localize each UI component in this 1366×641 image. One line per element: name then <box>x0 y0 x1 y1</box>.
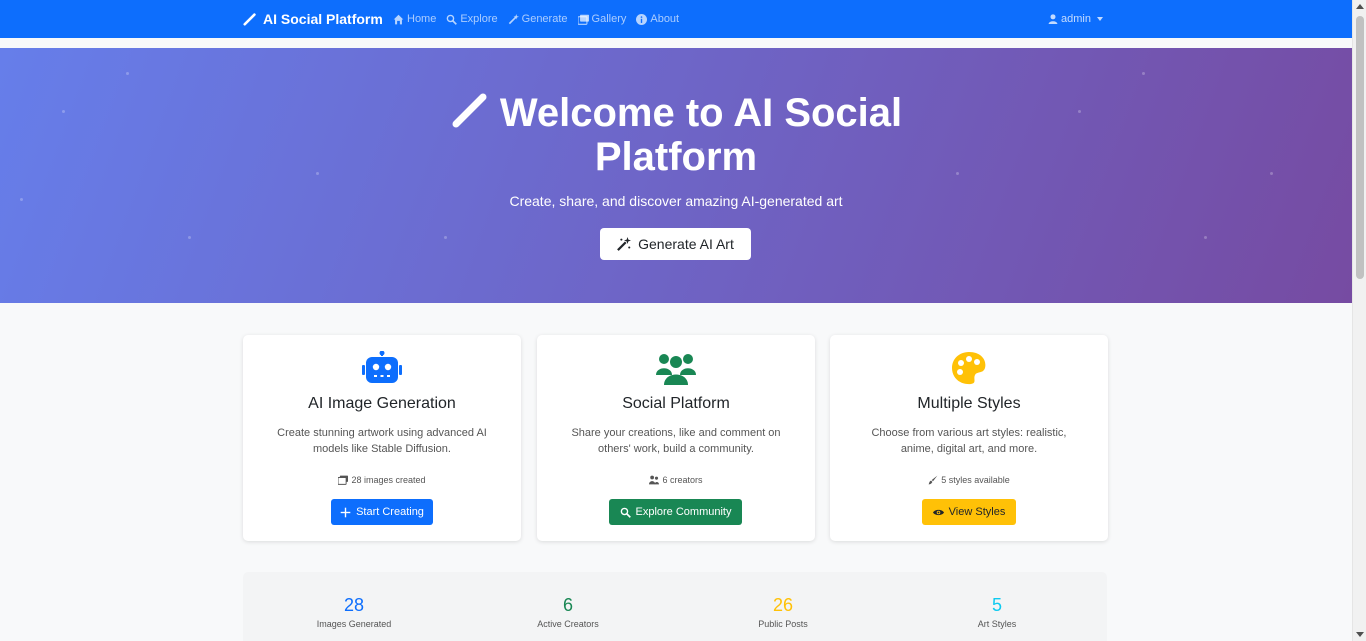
nav-gallery-label: Gallery <box>591 13 627 25</box>
stat-public-posts: 26 Public Posts <box>675 595 891 629</box>
card-stat-text: 5 styles available <box>941 475 1010 485</box>
hero-dot <box>1142 72 1145 75</box>
start-creating-button[interactable]: Start Creating <box>331 499 433 525</box>
stat-label: Art Styles <box>977 619 1017 629</box>
hero-title: Welcome to AI Social Platform <box>440 90 912 179</box>
view-styles-label: View Styles <box>948 506 1006 518</box>
card-stat-text: 28 images created <box>351 475 426 485</box>
scroll-down-arrow-icon[interactable] <box>1356 632 1364 637</box>
brush-icon <box>928 475 938 485</box>
hero-dot <box>188 236 191 239</box>
card-stat: 28 images created <box>243 475 521 485</box>
users-icon <box>656 354 696 385</box>
hero-dot <box>956 172 959 175</box>
card-description: Share your creations, like and comment o… <box>571 427 781 455</box>
nav-about[interactable]: About <box>636 13 679 25</box>
wand-icon <box>243 13 256 26</box>
hero-section: Welcome to AI Social Platform Create, sh… <box>0 48 1352 303</box>
card-description: Choose from various art styles: realisti… <box>871 427 1067 455</box>
info-icon <box>636 13 648 25</box>
eye-icon <box>932 509 944 515</box>
plus-icon <box>340 507 351 517</box>
hero-dot <box>444 236 447 239</box>
card-icon-wrap <box>243 351 521 385</box>
robot-icon <box>362 351 402 383</box>
explore-community-button[interactable]: Explore Community <box>609 499 742 525</box>
images-icon <box>338 475 349 485</box>
nav-home[interactable]: Home <box>393 13 436 25</box>
hero-title-text: Welcome to AI Social Platform <box>499 91 903 179</box>
hero-dot <box>1204 236 1207 239</box>
hero-subtitle: Create, share, and discover amazing AI-g… <box>509 193 843 209</box>
view-styles-button[interactable]: View Styles <box>922 499 1016 525</box>
nav-explore[interactable]: Explore <box>446 13 498 25</box>
generate-ai-art-button[interactable]: Generate AI Art <box>600 228 751 260</box>
stat-value: 6 <box>562 595 573 615</box>
card-title: Social Platform <box>622 395 730 412</box>
chevron-down-icon <box>1096 17 1103 21</box>
nav-gallery[interactable]: Gallery <box>577 13 627 25</box>
nav-generate[interactable]: Generate <box>508 13 568 25</box>
generate-ai-art-label: Generate AI Art <box>638 236 734 252</box>
card-title: Multiple Styles <box>917 395 1021 412</box>
feature-card-ai-generation: AI Image Generation Create stunning artw… <box>243 335 521 541</box>
hero-dot <box>1078 110 1081 113</box>
hero-dot <box>126 72 129 75</box>
stat-active-creators: 6 Active Creators <box>460 595 676 629</box>
stat-label: Images Generated <box>316 619 392 629</box>
page-scrollbar[interactable] <box>1352 0 1366 641</box>
stat-images-generated: 28 Images Generated <box>246 595 462 629</box>
nav-home-label: Home <box>407 13 437 25</box>
card-title: AI Image Generation <box>308 395 456 412</box>
users-icon <box>649 475 660 485</box>
stat-art-styles: 5 Art Styles <box>889 595 1105 629</box>
nav-generate-label: Generate <box>521 13 568 25</box>
stat-value: 5 <box>991 595 1002 615</box>
stats-panel: 28 Images Generated 6 Active Creators 26… <box>243 572 1107 641</box>
card-stat-text: 6 creators <box>662 475 703 485</box>
stat-label: Active Creators <box>537 619 599 629</box>
nav-explore-label: Explore <box>460 13 498 25</box>
scroll-up-arrow-icon[interactable] <box>1356 4 1364 9</box>
hero-dot <box>1270 172 1273 175</box>
start-creating-label: Start Creating <box>356 506 424 518</box>
explore-community-label: Explore Community <box>635 506 732 518</box>
hero-dot <box>316 172 319 175</box>
user-menu-dropdown[interactable]: admin <box>1048 10 1103 28</box>
user-icon <box>1048 14 1058 24</box>
images-icon <box>577 14 589 25</box>
wand-icon <box>508 13 519 24</box>
navbar: AI Social Platform Home Explore Generate… <box>0 0 1352 38</box>
search-icon <box>447 14 458 25</box>
palette-icon <box>952 352 986 385</box>
card-description: Create stunning artwork using advanced A… <box>277 427 487 455</box>
wand-magic-icon <box>617 237 632 251</box>
card-stat: 6 creators <box>537 475 815 485</box>
feature-card-multiple-styles: Multiple Styles Choose from various art … <box>830 335 1108 541</box>
brand-link[interactable]: AI Social Platform <box>243 10 383 28</box>
nav-links: Home Explore Generate Gallery About <box>393 10 679 28</box>
feature-card-social-platform: Social Platform Share your creations, li… <box>537 335 815 541</box>
user-name: admin <box>1061 13 1091 25</box>
stat-value: 28 <box>343 595 365 615</box>
stat-value: 26 <box>772 595 794 615</box>
home-icon <box>393 14 404 24</box>
nav-about-label: About <box>650 13 680 25</box>
card-icon-wrap <box>537 351 815 385</box>
wand-icon <box>452 93 487 128</box>
scroll-thumb[interactable] <box>1356 16 1364 279</box>
search-icon <box>620 507 631 518</box>
card-stat: 5 styles available <box>830 475 1108 485</box>
stat-label: Public Posts <box>758 619 808 629</box>
hero-dot <box>62 110 65 113</box>
brand-label: AI Social Platform <box>263 11 383 27</box>
card-icon-wrap <box>830 351 1108 385</box>
